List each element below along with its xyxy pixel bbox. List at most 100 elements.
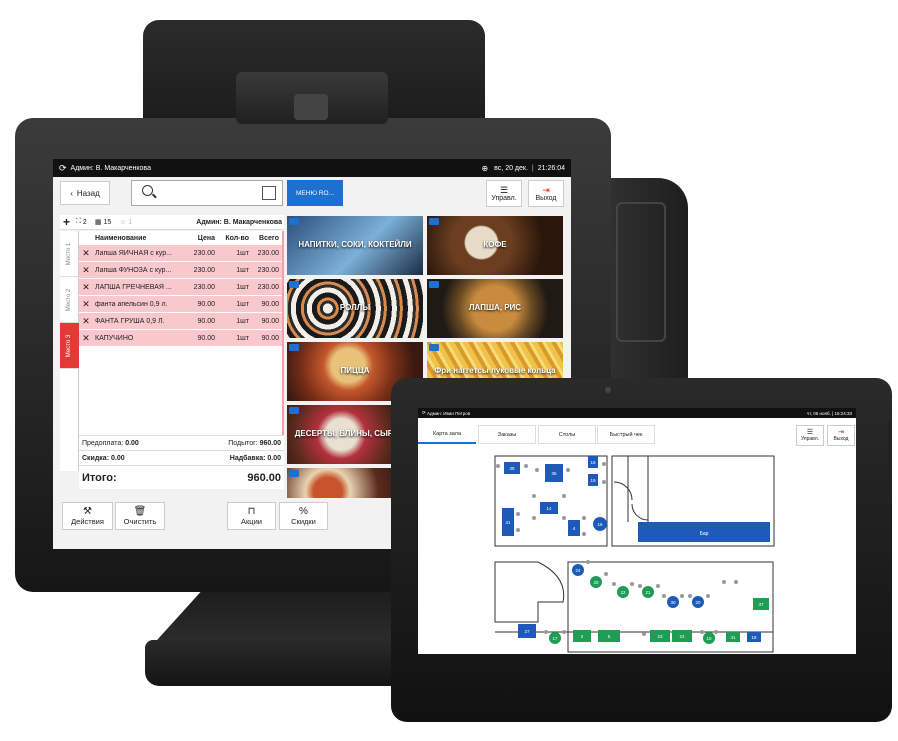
seat-tab-1[interactable]: Место 1: [60, 231, 79, 277]
floor-table[interactable]: 16: [588, 456, 598, 468]
order-totals: Предоплата: 0.00 Подытог: 960.00 Скидка:…: [79, 435, 284, 489]
tablet-exit-button[interactable]: ⇥ Выход: [827, 425, 855, 446]
floor-table[interactable]: 41: [502, 508, 514, 536]
floor-table[interactable]: 23: [650, 630, 670, 642]
col-price: Цена: [197, 234, 215, 242]
table-row[interactable]: ✕ Лапша ЯИЧНАЯ с кур... 230.00 1шт 230.0…: [79, 245, 282, 261]
discount: Скидка: 0.00: [82, 454, 125, 462]
floor-table[interactable]: 24: [672, 630, 692, 642]
floor-table[interactable]: 27: [518, 624, 536, 638]
category-tile-rolls[interactable]: РОЛЛЫ: [287, 279, 423, 338]
exit-icon: ⇥: [838, 429, 844, 436]
rear-slot: [616, 202, 666, 342]
floor-table[interactable]: 24: [572, 564, 584, 576]
floor-table[interactable]: 30: [667, 596, 679, 608]
svg-text:10: 10: [706, 636, 712, 641]
tab-quick-check[interactable]: Быстрый чек: [597, 425, 655, 444]
tablet-admin-name: Админ: Иван Петров: [427, 410, 471, 416]
exit-icon: ⇥: [542, 184, 550, 195]
bar-label: Бар: [700, 531, 709, 537]
floor-table[interactable]: 2: [573, 630, 591, 642]
remove-icon[interactable]: ✕: [79, 282, 93, 293]
svg-text:27: 27: [524, 629, 530, 634]
floor-table[interactable]: 4: [568, 520, 580, 536]
seat-tab-2[interactable]: Место 2: [60, 277, 79, 323]
remove-icon[interactable]: ✕: [79, 333, 93, 344]
floor-plan: Бар 38 36 16 19 41 14 16 4 24 20 22 21 3…: [494, 455, 775, 653]
subtotal: Подытог: 960.00: [228, 439, 281, 447]
exit-label: Выход: [535, 194, 557, 202]
folder-icon: [289, 470, 299, 477]
persons-count: ☺ 1: [119, 218, 133, 226]
search-input[interactable]: [131, 180, 283, 206]
floor-table[interactable]: 36: [545, 464, 563, 482]
globe-icon[interactable]: ⊕: [481, 164, 488, 173]
floor-table[interactable]: 5: [598, 630, 620, 642]
manage-button[interactable]: ☰ Управл.: [486, 180, 522, 207]
exit-button[interactable]: ⇥ Выход: [528, 180, 564, 207]
clear-button[interactable]: 🗑 Очистить: [115, 502, 165, 530]
menu-tab[interactable]: МЕНЮ RO...: [287, 180, 343, 206]
pos-date: вс, 20 дек.: [494, 164, 528, 172]
svg-text:24: 24: [679, 634, 685, 639]
tab-orders[interactable]: Заказы: [478, 425, 536, 444]
floor-table[interactable]: 10: [703, 632, 715, 644]
remove-icon[interactable]: ✕: [79, 299, 93, 310]
folder-icon: [289, 344, 299, 351]
svg-text:16: 16: [597, 522, 603, 527]
table-row[interactable]: ✕ ФАНТА ГРУША 0,9 Л. 90.00 1шт 90.00: [79, 313, 282, 329]
add-seat-button[interactable]: +: [63, 215, 70, 229]
floor-table[interactable]: 38: [504, 462, 520, 474]
table-row[interactable]: ✕ Лапша ФУНОЗА с кур... 230.00 1шт 230.0…: [79, 262, 282, 278]
remove-icon[interactable]: ✕: [79, 265, 93, 276]
table-row[interactable]: ✕ КАПУЧИНО 90.00 1шт 90.00: [79, 330, 282, 346]
tablet-manage-button[interactable]: ☰ Управл.: [796, 425, 824, 446]
floor-table[interactable]: 16: [593, 517, 607, 531]
floor-table[interactable]: 22: [617, 586, 629, 598]
svg-text:21: 21: [645, 590, 651, 595]
back-button[interactable]: ‹ Назад: [60, 181, 110, 205]
floor-table[interactable]: 21: [642, 586, 654, 598]
svg-text:30: 30: [670, 600, 676, 605]
remove-icon[interactable]: ✕: [79, 248, 93, 259]
category-tile-drinks[interactable]: НАПИТКИ, СОКИ, КОКТЕЙЛИ: [287, 216, 423, 275]
pos-time: 21:26:04: [537, 164, 565, 172]
svg-text:18: 18: [751, 635, 757, 640]
table-row[interactable]: ✕ ЛАПША ГРЕЧНЕВАЯ ... 230.00 1шт 230.00: [79, 279, 282, 295]
table-icon: ▦: [94, 219, 102, 226]
discounts-button[interactable]: % Скидки: [279, 502, 328, 530]
tab-tables[interactable]: Столы: [538, 425, 596, 444]
floor-table[interactable]: 20: [692, 596, 704, 608]
camera-icon: [605, 387, 611, 393]
col-total: Всего: [259, 234, 279, 242]
floor-table[interactable]: 18: [747, 632, 761, 642]
sync-icon[interactable]: ⟳: [59, 163, 67, 174]
bag-icon: ⊓: [247, 506, 256, 517]
category-tile-noodles[interactable]: ЛАПША, РИС: [427, 279, 563, 338]
seat-tab-3[interactable]: Место 3: [60, 323, 79, 369]
actions-button[interactable]: ⚒ Действия: [62, 502, 113, 530]
svg-text:16: 16: [590, 460, 596, 465]
floor-table[interactable]: 19: [588, 474, 598, 486]
floor-walls: [494, 455, 775, 653]
table-row[interactable]: ✕ фанта апельсин 0,9 л. 90.00 1шт 90.00: [79, 296, 282, 312]
promos-button[interactable]: ⊓ Акции: [227, 502, 276, 530]
floor-table[interactable]: 17: [549, 632, 561, 644]
svg-text:14: 14: [546, 506, 552, 511]
folder-icon: [289, 281, 299, 288]
floor-table[interactable]: 37: [753, 598, 769, 610]
svg-text:19: 19: [590, 478, 596, 483]
folder-icon: [429, 344, 439, 351]
order-columns: Наименование Цена Кол-во Всего: [79, 231, 282, 245]
trash-icon: 🗑: [133, 506, 147, 517]
remove-icon[interactable]: ✕: [79, 316, 93, 327]
volume-button: [888, 422, 892, 452]
floor-table[interactable]: 14: [540, 502, 558, 514]
floor-table[interactable]: 41: [726, 632, 740, 642]
tab-floor-map[interactable]: Карта зала: [418, 425, 476, 444]
category-tile-coffee[interactable]: КОФЕ: [427, 216, 563, 275]
col-qty: Кол-во: [225, 234, 249, 242]
search-checkbox[interactable]: [262, 186, 276, 200]
floor-table[interactable]: 20: [590, 576, 602, 588]
tablet-date: чт, 06 нояб.: [806, 410, 831, 416]
